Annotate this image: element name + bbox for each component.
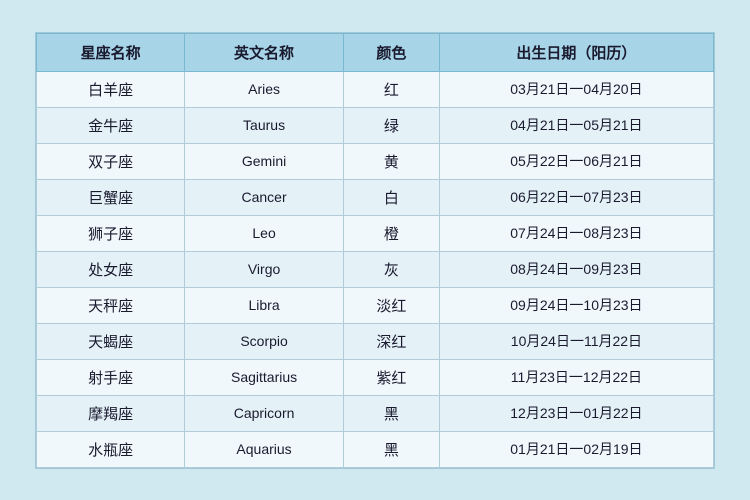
- cell-english-name: Aries: [185, 71, 344, 107]
- cell-english-name: Cancer: [185, 179, 344, 215]
- table-row: 金牛座Taurus绿04月21日一05月21日: [37, 107, 714, 143]
- cell-chinese-name: 白羊座: [37, 71, 185, 107]
- cell-english-name: Libra: [185, 287, 344, 323]
- cell-color: 黑: [343, 395, 439, 431]
- cell-dates: 11月23日一12月22日: [439, 359, 713, 395]
- cell-english-name: Capricorn: [185, 395, 344, 431]
- cell-dates: 08月24日一09月23日: [439, 251, 713, 287]
- cell-color: 白: [343, 179, 439, 215]
- table-row: 处女座Virgo灰08月24日一09月23日: [37, 251, 714, 287]
- table-row: 双子座Gemini黄05月22日一06月21日: [37, 143, 714, 179]
- cell-english-name: Scorpio: [185, 323, 344, 359]
- cell-chinese-name: 摩羯座: [37, 395, 185, 431]
- cell-color: 红: [343, 71, 439, 107]
- cell-dates: 05月22日一06月21日: [439, 143, 713, 179]
- table-row: 天秤座Libra淡红09月24日一10月23日: [37, 287, 714, 323]
- cell-chinese-name: 狮子座: [37, 215, 185, 251]
- cell-color: 黑: [343, 431, 439, 467]
- table-row: 摩羯座Capricorn黑12月23日一01月22日: [37, 395, 714, 431]
- header-chinese-name: 星座名称: [37, 33, 185, 71]
- table-header-row: 星座名称 英文名称 颜色 出生日期（阳历）: [37, 33, 714, 71]
- cell-english-name: Sagittarius: [185, 359, 344, 395]
- cell-dates: 10月24日一11月22日: [439, 323, 713, 359]
- zodiac-table-container: 星座名称 英文名称 颜色 出生日期（阳历） 白羊座Aries红03月21日一04…: [35, 32, 715, 469]
- header-color: 颜色: [343, 33, 439, 71]
- table-row: 射手座Sagittarius紫红11月23日一12月22日: [37, 359, 714, 395]
- cell-color: 深红: [343, 323, 439, 359]
- cell-chinese-name: 射手座: [37, 359, 185, 395]
- cell-chinese-name: 天蝎座: [37, 323, 185, 359]
- cell-english-name: Virgo: [185, 251, 344, 287]
- cell-english-name: Taurus: [185, 107, 344, 143]
- header-dates: 出生日期（阳历）: [439, 33, 713, 71]
- cell-english-name: Leo: [185, 215, 344, 251]
- cell-chinese-name: 处女座: [37, 251, 185, 287]
- cell-color: 淡红: [343, 287, 439, 323]
- cell-color: 灰: [343, 251, 439, 287]
- cell-chinese-name: 天秤座: [37, 287, 185, 323]
- cell-color: 黄: [343, 143, 439, 179]
- table-row: 巨蟹座Cancer白06月22日一07月23日: [37, 179, 714, 215]
- cell-dates: 06月22日一07月23日: [439, 179, 713, 215]
- cell-english-name: Gemini: [185, 143, 344, 179]
- cell-chinese-name: 巨蟹座: [37, 179, 185, 215]
- table-row: 狮子座Leo橙07月24日一08月23日: [37, 215, 714, 251]
- cell-dates: 09月24日一10月23日: [439, 287, 713, 323]
- header-english-name: 英文名称: [185, 33, 344, 71]
- cell-dates: 01月21日一02月19日: [439, 431, 713, 467]
- table-row: 水瓶座Aquarius黑01月21日一02月19日: [37, 431, 714, 467]
- cell-dates: 12月23日一01月22日: [439, 395, 713, 431]
- cell-dates: 04月21日一05月21日: [439, 107, 713, 143]
- cell-chinese-name: 金牛座: [37, 107, 185, 143]
- table-row: 白羊座Aries红03月21日一04月20日: [37, 71, 714, 107]
- cell-chinese-name: 水瓶座: [37, 431, 185, 467]
- cell-chinese-name: 双子座: [37, 143, 185, 179]
- cell-dates: 07月24日一08月23日: [439, 215, 713, 251]
- cell-english-name: Aquarius: [185, 431, 344, 467]
- cell-color: 绿: [343, 107, 439, 143]
- cell-color: 橙: [343, 215, 439, 251]
- cell-color: 紫红: [343, 359, 439, 395]
- cell-dates: 03月21日一04月20日: [439, 71, 713, 107]
- zodiac-table: 星座名称 英文名称 颜色 出生日期（阳历） 白羊座Aries红03月21日一04…: [36, 33, 714, 468]
- table-row: 天蝎座Scorpio深红10月24日一11月22日: [37, 323, 714, 359]
